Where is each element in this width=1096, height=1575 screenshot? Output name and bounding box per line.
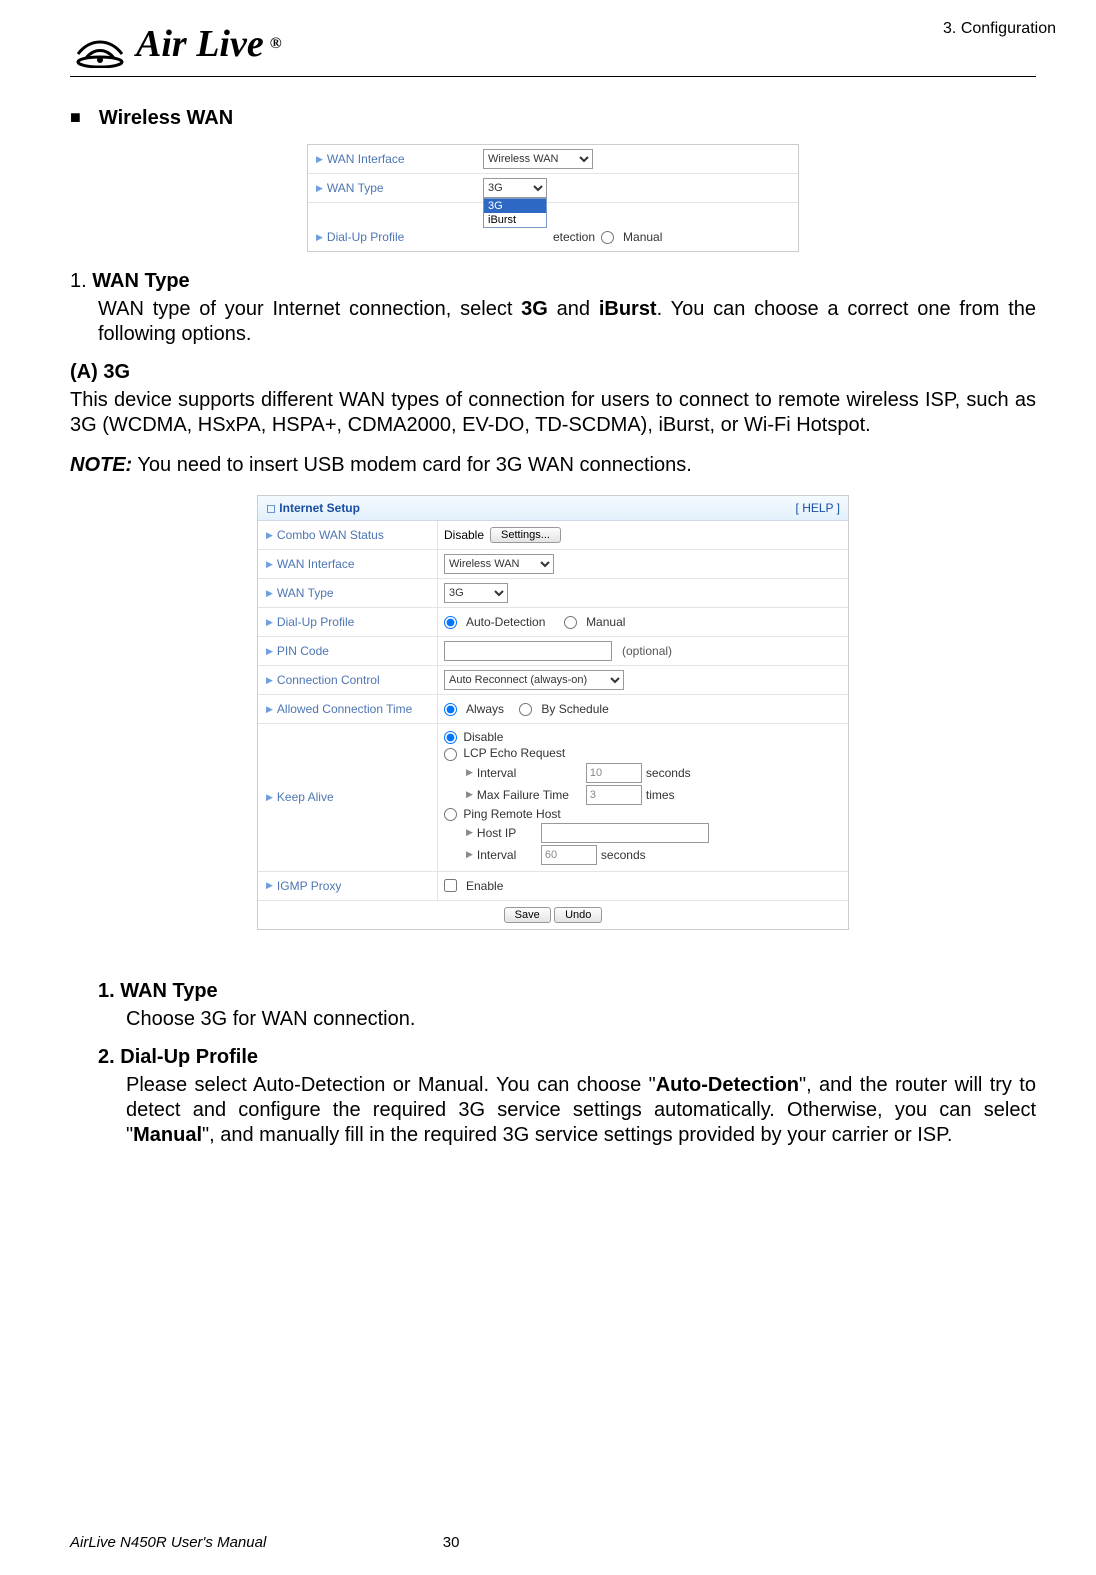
wan-type-select-open[interactable]: 3G 3G iBurst — [483, 178, 547, 198]
option-3g[interactable]: 3G — [484, 199, 546, 213]
ka-lcp-label: LCP Echo Request — [463, 746, 565, 760]
keepalive-block: Disable LCP Echo Request ▶Interval secon… — [438, 724, 848, 871]
label-conn-ctrl: Connection Control — [277, 673, 380, 687]
triangle-icon: ▶ — [316, 183, 323, 194]
chapter-label: 3. Configuration — [943, 20, 1056, 38]
combo-wan-status-text: Disable — [444, 528, 484, 542]
allowed-schedule-label: By Schedule — [541, 702, 608, 716]
label-wan-interface: WAN Interface — [327, 152, 405, 166]
sub-a-heading: (A) 3G — [70, 361, 1036, 384]
sub-a-para: This device supports different WAN types… — [70, 388, 1036, 438]
ka-disable-radio[interactable] — [444, 731, 457, 744]
ka-interval-input[interactable] — [586, 763, 642, 783]
brand-text: Air Live — [136, 22, 264, 66]
triangle-icon: ▶ — [316, 232, 323, 243]
list2-item2: 2. Dial-Up Profile — [98, 1046, 1036, 1069]
pin-code-input[interactable] — [444, 641, 612, 661]
list-item-1: 1. WAN Type — [70, 270, 1036, 293]
list2-item1-body: Choose 3G for WAN connection. — [126, 1007, 1036, 1032]
ka-interval-unit: seconds — [646, 766, 691, 780]
option-iburst[interactable]: iBurst — [484, 213, 546, 227]
header-rule — [70, 76, 1036, 77]
dialup-auto-label: Auto-Detection — [466, 615, 545, 629]
wan-interface-select-2[interactable]: Wireless WAN — [444, 554, 554, 574]
ka-maxfail-label: Max Failure Time — [477, 788, 582, 802]
save-button[interactable]: Save — [504, 907, 551, 923]
list2-item2-body: Please select Auto-Detection or Manual. … — [126, 1073, 1036, 1148]
label-pin: PIN Code — [277, 644, 329, 658]
label-wan-interface-2: WAN Interface — [277, 557, 355, 571]
button-row: Save Undo — [258, 901, 848, 929]
ka-interval2-unit: seconds — [601, 848, 646, 862]
igmp-enable-label: Enable — [466, 879, 503, 893]
label-wan-type-2: WAN Type — [277, 586, 334, 600]
dialup-manual-radio-2[interactable] — [564, 616, 577, 629]
wan-interface-select[interactable]: Wireless WAN — [483, 149, 593, 169]
note-block: NOTE: You need to insert USB modem card … — [70, 454, 1036, 477]
dialup-manual-label-2: Manual — [586, 615, 625, 629]
label-dialup-2: Dial-Up Profile — [277, 615, 354, 629]
page-footer: AirLive N450R User's Manual 30 — [70, 1534, 1036, 1551]
allowed-schedule-radio[interactable] — [519, 703, 532, 716]
ka-interval-label: Interval — [477, 766, 582, 780]
wifi-icon — [70, 20, 130, 68]
undo-button[interactable]: Undo — [554, 907, 602, 923]
ka-disable-label: Disable — [463, 730, 503, 744]
row-dialup-profile: ▶ Dial-Up Profile etection Manual — [308, 203, 798, 251]
registered-icon: ® — [270, 35, 282, 53]
label-igmp: IGMP Proxy — [277, 879, 341, 893]
dialup-trailing-text: etection — [553, 230, 595, 244]
ka-hostip-label: Host IP — [477, 826, 537, 840]
ka-maxfail-input[interactable] — [586, 785, 642, 805]
page-number: 30 — [443, 1534, 460, 1551]
dialup-manual-radio[interactable] — [601, 231, 614, 244]
ka-hostip-input[interactable] — [541, 823, 709, 843]
section-heading: Wireless WAN — [70, 107, 1036, 130]
label-allowed-time: Allowed Connection Time — [277, 702, 412, 716]
panel-title-bar: ◻ Internet Setup [ HELP ] — [258, 496, 848, 521]
label-dialup: Dial-Up Profile — [327, 230, 404, 244]
ka-interval2-input[interactable] — [541, 845, 597, 865]
label-combo-wan: Combo WAN Status — [277, 528, 384, 542]
ka-maxfail-unit: times — [646, 788, 675, 802]
ka-interval2-label: Interval — [477, 848, 537, 862]
help-link[interactable]: [ HELP ] — [796, 501, 840, 515]
footer-title: AirLive N450R User's Manual — [70, 1534, 266, 1551]
label-wan-type: WAN Type — [327, 181, 384, 195]
list2-item1: 1. WAN Type — [98, 980, 1036, 1003]
igmp-enable-checkbox[interactable] — [444, 879, 457, 892]
connection-control-select[interactable]: Auto Reconnect (always-on) — [444, 670, 624, 690]
wan-type-select-2[interactable]: 3G — [444, 583, 508, 603]
config-panel-small: ▶ WAN Interface Wireless WAN ▶ WAN Type 3G… — [307, 144, 799, 252]
brand-logo: Air Live ® — [70, 20, 1036, 68]
dialup-manual-label: Manual — [623, 230, 662, 244]
config-panel-large: ◻ Internet Setup [ HELP ] ▶Combo WAN Sta… — [257, 495, 849, 930]
panel-title: Internet Setup — [279, 501, 360, 515]
triangle-icon: ▶ — [316, 154, 323, 165]
allowed-always-radio[interactable] — [444, 703, 457, 716]
ka-ping-radio[interactable] — [444, 808, 457, 821]
pin-optional-text: (optional) — [622, 644, 672, 658]
wan-type-description: WAN type of your Internet connection, se… — [98, 297, 1036, 347]
combo-wan-settings-button[interactable]: Settings... — [490, 527, 561, 543]
dialup-auto-radio[interactable] — [444, 616, 457, 629]
label-keepalive: Keep Alive — [277, 790, 334, 804]
row-wan-interface: ▶ WAN Interface Wireless WAN — [308, 145, 798, 174]
row-wan-type: ▶ WAN Type 3G 3G iBurst — [308, 174, 798, 203]
wan-type-options-list: 3G iBurst — [483, 198, 547, 228]
ka-ping-label: Ping Remote Host — [463, 807, 560, 821]
wan-type-select[interactable]: 3G — [483, 178, 547, 198]
ka-lcp-radio[interactable] — [444, 748, 457, 761]
allowed-always-label: Always — [466, 702, 504, 716]
